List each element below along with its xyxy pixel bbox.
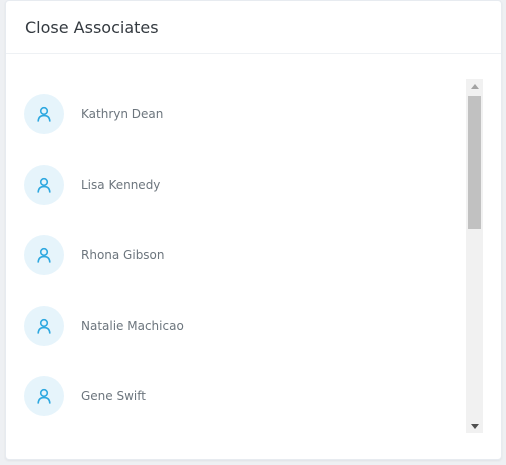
list-item[interactable]: Rhona Gibson [24, 235, 165, 275]
scroll-thumb[interactable] [468, 96, 481, 229]
associate-name: Natalie Machicao [81, 319, 184, 333]
user-icon [37, 106, 51, 122]
user-icon [37, 247, 51, 263]
list-item[interactable]: Kathryn Dean [24, 94, 163, 134]
associates-list[interactable]: Kathryn Dean Lisa Kennedy Rhona Gibson N… [6, 79, 501, 429]
list-item[interactable]: Natalie Machicao [24, 306, 184, 346]
avatar [24, 306, 64, 346]
list-item[interactable]: Lisa Kennedy [24, 165, 160, 205]
avatar [24, 235, 64, 275]
card-header: Close Associates [6, 1, 501, 54]
associate-name: Gene Swift [81, 389, 146, 403]
avatar [24, 376, 64, 416]
scroll-up-arrow-icon[interactable] [466, 79, 483, 93]
vertical-scrollbar[interactable] [466, 79, 483, 433]
associate-name: Rhona Gibson [81, 248, 165, 262]
close-associates-card: Close Associates Kathryn Dean Lisa Kenne… [5, 0, 502, 460]
avatar [24, 165, 64, 205]
user-icon [37, 177, 51, 193]
user-icon [37, 318, 51, 334]
associate-name: Kathryn Dean [81, 107, 164, 121]
card-title: Close Associates [25, 17, 159, 37]
user-icon [37, 388, 51, 404]
scroll-down-arrow-icon[interactable] [466, 419, 483, 433]
list-item[interactable]: Gene Swift [24, 376, 146, 416]
avatar [24, 94, 64, 134]
associate-name: Lisa Kennedy [81, 178, 161, 192]
